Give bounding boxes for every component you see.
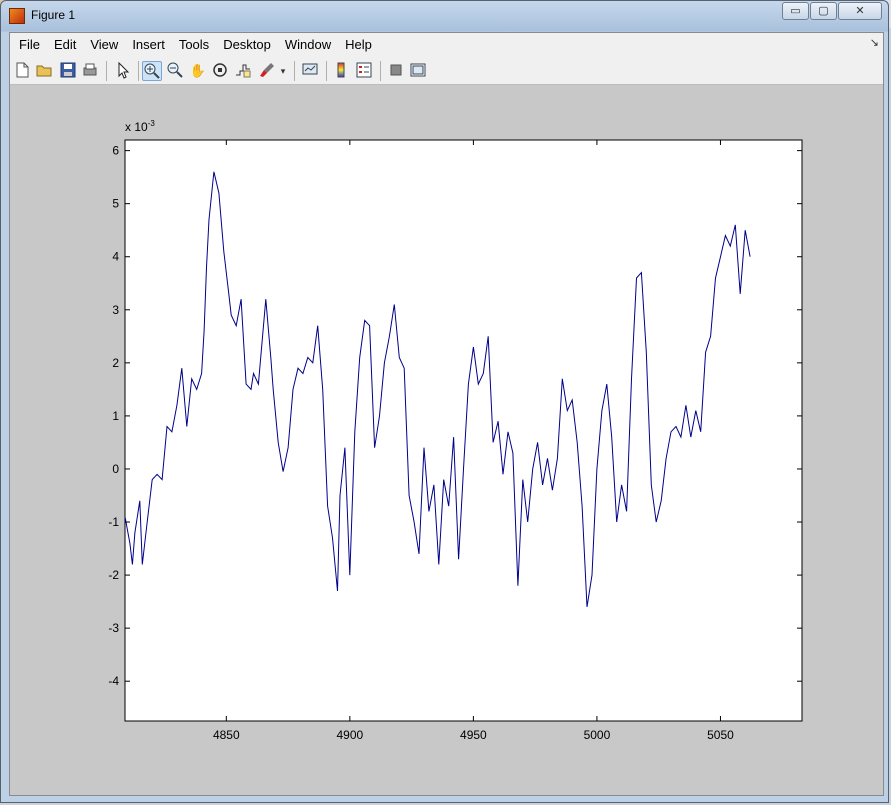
toolbar-separator [380,61,381,81]
x-tick-label: 4850 [213,728,240,742]
figure-window: Figure 1 ▭ ▢ ✕ File Edit View Insert Too… [0,0,889,803]
colorbar-icon[interactable] [331,61,351,81]
y-tick-label: 0 [112,462,119,476]
y-tick-label: 4 [112,250,119,264]
link-plot-icon[interactable] [300,61,320,81]
y-tick-label: 3 [112,303,119,317]
zoom-in-icon[interactable] [142,61,162,81]
matlab-app-icon [9,8,25,24]
data-cursor-icon[interactable] [233,61,253,81]
x-tick-label: 5000 [584,728,611,742]
close-button[interactable]: ✕ [838,2,882,20]
window-title: Figure 1 [31,8,76,22]
y-tick-label: 6 [112,144,119,158]
x-tick-label: 5050 [707,728,734,742]
toolbar-separator [138,61,139,81]
y-tick-label: 2 [112,356,119,370]
new-figure-icon[interactable] [12,61,32,81]
y-tick-label: -3 [108,621,119,635]
menubar-dock-arrow-icon[interactable]: ↘ [870,36,879,49]
plot-svg[interactable]: 4850 4900 4950 5000 5050-4-3-2-10123456 x 10… [10,85,883,795]
rotate-3d-icon[interactable] [210,61,230,81]
pan-hand-icon[interactable]: ✋ [188,61,208,81]
y-tick-label: 1 [112,409,119,423]
legend-icon[interactable] [354,61,374,81]
toolbar-separator [326,61,327,81]
menu-tools[interactable]: Tools [172,33,216,57]
y-tick-label: -4 [108,674,119,688]
minimize-button[interactable]: ▭ [782,2,809,20]
menu-view[interactable]: View [83,33,125,57]
edit-plot-arrow-icon[interactable] [113,61,133,81]
menu-insert[interactable]: Insert [125,33,172,57]
menu-edit[interactable]: Edit [47,33,83,57]
menu-window[interactable]: Window [278,33,338,57]
figure-canvas[interactable]: 4850 4900 4950 5000 5050 -4 -3 -2 -1 0 1 2 3 4 5 6 x 10… [10,85,883,800]
open-file-icon[interactable] [34,61,54,81]
y-tick-label: -2 [108,568,119,582]
figure-client-area: File Edit View Insert Tools Desktop Wind… [9,32,884,796]
toolbar-separator [294,61,295,81]
dropdown-arrow-icon[interactable]: ▾ [278,61,288,81]
x-tick-label: 4950 [460,728,487,742]
print-icon[interactable] [80,61,100,81]
title-bar[interactable]: Figure 1 ▭ ▢ ✕ [1,1,888,31]
zoom-out-icon[interactable] [165,61,185,81]
maximize-button[interactable]: ▢ [810,2,837,20]
y-tick-label: 5 [112,197,119,211]
show-plot-tools-icon[interactable] [408,61,428,81]
y-tick-label: -1 [108,515,119,529]
menu-desktop[interactable]: Desktop [216,33,278,57]
menu-bar: File Edit View Insert Tools Desktop Wind… [10,33,883,57]
brush-icon[interactable] [257,61,277,81]
x-tick-label: 4900 [336,728,363,742]
figure-toolbar: ✋ ▾ [10,57,883,85]
menu-help[interactable]: Help [338,33,379,57]
menu-file[interactable]: File [10,33,47,57]
save-icon[interactable] [58,61,78,81]
hide-plot-tools-icon[interactable] [386,61,406,81]
caption-buttons: ▭ ▢ ✕ [781,2,882,20]
toolbar-separator [106,61,107,81]
